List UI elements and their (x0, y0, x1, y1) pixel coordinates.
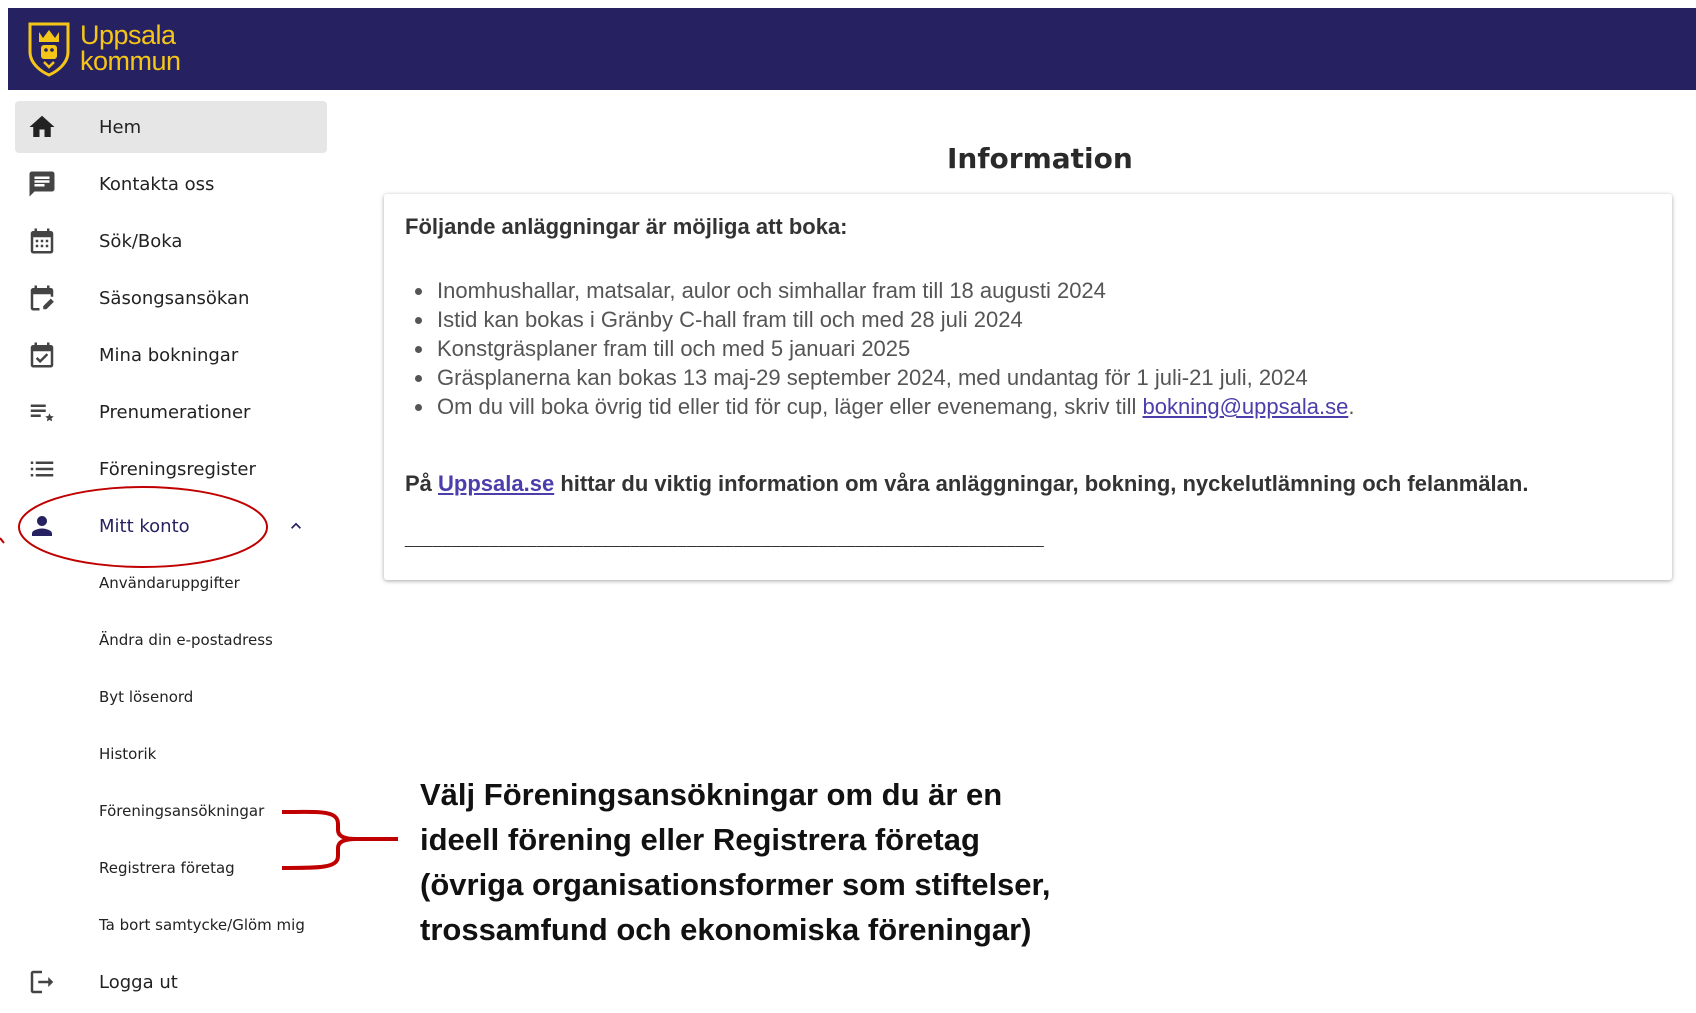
submenu-item-historik[interactable]: Historik (15, 728, 327, 780)
crest-icon (28, 22, 70, 77)
list-item-suffix: . (1348, 394, 1355, 419)
list-item: Konstgräsplaner fram till och med 5 janu… (435, 334, 1354, 363)
uppsala-kommun-logo[interactable]: Uppsala kommun (26, 18, 181, 78)
list-item: Istid kan bokas i Gränby C-hall fram til… (435, 305, 1354, 334)
card-footer-text: På Uppsala.se hittar du viktig informati… (405, 471, 1528, 497)
submenu-item-label: Registrera företag (99, 859, 235, 877)
sidebar-item-prenumerationer[interactable]: Prenumerationer (15, 386, 327, 438)
facility-list: Inomhushallar, matsalar, aulor och simha… (405, 276, 1354, 421)
submenu-item-label: Historik (99, 745, 157, 763)
callout-line: (övriga organisationsformer som stiftels… (420, 867, 1051, 902)
sidebar-item-label: Föreningsregister (99, 458, 256, 480)
list-item: Om du vill boka övrig tid eller tid för … (435, 392, 1354, 421)
submenu-item-label: Användaruppgifter (99, 574, 240, 592)
home-icon (29, 115, 55, 137)
submenu-item-label: Ta bort samtycke/Glöm mig (99, 916, 305, 934)
sidebar-item-label: Säsongsansökan (99, 287, 250, 309)
calendar-edit-icon (30, 285, 54, 311)
submenu-item-label: Ändra din e-postadress (99, 631, 273, 649)
list-item: Gräsplanerna kan bokas 13 maj-29 septemb… (435, 363, 1354, 392)
logo-line-1: Uppsala (80, 20, 176, 50)
sidebar-item-label: Sök/Boka (99, 230, 183, 252)
calendar-check-icon (30, 342, 54, 368)
sidebar-item-kontakta-oss[interactable]: Kontakta oss (15, 158, 327, 210)
sidebar-item-label: Prenumerationer (99, 401, 251, 423)
page-title: Information (947, 142, 1133, 175)
sidebar-item-mitt-konto[interactable]: Mitt konto (15, 500, 327, 552)
highlight-pointer (0, 537, 5, 544)
footer-prefix: På (405, 471, 439, 496)
submenu-item-anvandaruppgifter[interactable]: Användaruppgifter (15, 557, 327, 609)
uppsala-se-link[interactable]: Uppsala.se (438, 471, 554, 496)
sidebar-nav: Hem Kontakta oss Sök/Boka Säsongsansökan… (15, 101, 327, 1013)
card-heading: Följande anläggningar är möjliga att bok… (405, 214, 848, 239)
sidebar-item-label: Mitt konto (99, 515, 190, 537)
sidebar-item-label: Logga ut (99, 971, 178, 993)
chevron-up-icon[interactable] (286, 516, 306, 536)
logo-text: Uppsala kommun (80, 20, 181, 76)
sidebar-item-hem[interactable]: Hem (15, 101, 327, 153)
submenu-item-label: Föreningsansökningar (99, 802, 265, 820)
sidebar-item-label: Hem (99, 116, 142, 138)
sidebar-item-sok-boka[interactable]: Sök/Boka (15, 215, 327, 267)
footer-suffix: hittar du viktig information om våra anl… (554, 471, 1529, 496)
logout-icon (30, 970, 54, 994)
callout-line: Välj Föreningsansökningar om du är en (420, 777, 1003, 812)
info-card: Följande anläggningar är möjliga att bok… (384, 194, 1672, 580)
annotation-callout: Välj Föreningsansökningar om du är en id… (420, 772, 1100, 952)
calendar-icon (30, 228, 54, 254)
submenu-item-registrera-foretag[interactable]: Registrera företag (15, 842, 327, 894)
person-icon (32, 516, 52, 536)
list-item-text: Om du vill boka övrig tid eller tid för … (437, 394, 1143, 419)
playlist-star-icon (30, 404, 54, 422)
submenu-item-glom-mig[interactable]: Ta bort samtycke/Glöm mig (15, 899, 327, 951)
submenu-item-foreningsansokningar[interactable]: Föreningsansökningar (15, 785, 327, 837)
divider-line: ________________________________________… (405, 531, 1045, 548)
logo-line-2: kommun (80, 46, 181, 76)
list-icon (30, 461, 54, 477)
sidebar-item-label: Mina bokningar (99, 344, 239, 366)
callout-line: ideell förening eller Registrera företag (420, 822, 980, 857)
submenu-item-byt-losenord[interactable]: Byt lösenord (15, 671, 327, 723)
submenu-item-andra-epost[interactable]: Ändra din e-postadress (15, 614, 327, 666)
submenu-item-label: Byt lösenord (99, 688, 194, 706)
sidebar-item-logga-ut[interactable]: Logga ut (15, 956, 327, 1008)
sidebar-item-mina-bokningar[interactable]: Mina bokningar (15, 329, 327, 381)
sidebar-item-foreningsregister[interactable]: Föreningsregister (15, 443, 327, 495)
callout-line: trossamfund och ekonomiska föreningar) (420, 912, 1032, 947)
sidebar-item-label: Kontakta oss (99, 173, 215, 195)
sidebar-item-sasongsansokan[interactable]: Säsongsansökan (15, 272, 327, 324)
top-bar: Uppsala kommun (8, 8, 1696, 90)
email-link[interactable]: bokning@uppsala.se (1143, 394, 1349, 419)
chat-icon (29, 171, 55, 197)
list-item: Inomhushallar, matsalar, aulor och simha… (435, 276, 1354, 305)
